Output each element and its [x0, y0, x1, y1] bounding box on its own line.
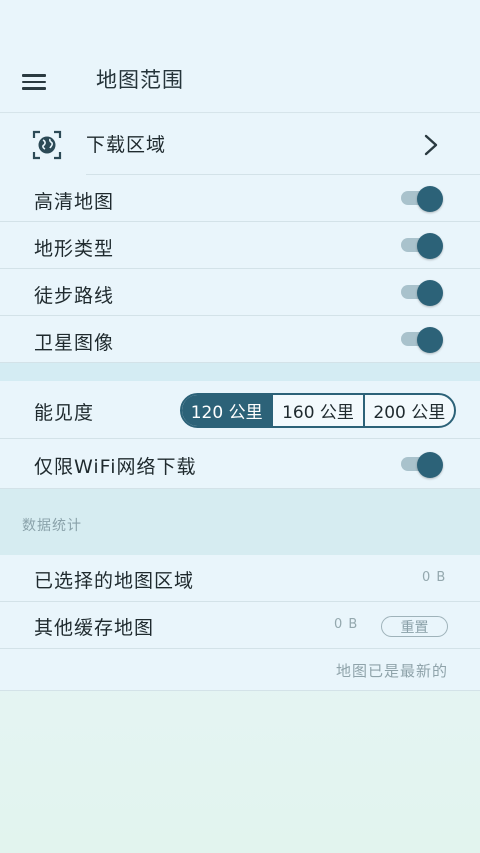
- hiking-toggle[interactable]: [401, 280, 443, 306]
- hiking-label: 徒步路线: [34, 285, 115, 307]
- satellite-toggle[interactable]: [401, 327, 443, 353]
- wifi-only-row[interactable]: 仅限WiFi网络下载: [0, 439, 480, 489]
- reset-button[interactable]: 重置: [381, 616, 448, 637]
- hd-map-toggle[interactable]: [401, 186, 443, 212]
- app-toolbar: 地图范围: [0, 0, 480, 113]
- toggle-knob: [417, 186, 443, 212]
- visibility-option-120[interactable]: 120 公里: [182, 395, 272, 426]
- hd-map-row[interactable]: 高清地图: [0, 175, 480, 222]
- download-area-label: 下载区域: [86, 134, 167, 156]
- hiking-row[interactable]: 徒步路线: [0, 269, 480, 316]
- satellite-label: 卫星图像: [34, 332, 115, 354]
- visibility-segmented-control[interactable]: 120 公里 160 公里 200 公里: [180, 393, 456, 428]
- selected-area-label: 已选择的地图区域: [34, 570, 195, 592]
- download-area-row[interactable]: 下载区域: [0, 114, 480, 175]
- chevron-right-icon[interactable]: [422, 134, 440, 156]
- visibility-option-160[interactable]: 160 公里: [271, 395, 362, 426]
- terrain-label: 地形类型: [34, 238, 115, 260]
- selected-area-size: 0 B: [422, 570, 447, 585]
- page-title: 地图范围: [96, 68, 184, 92]
- menu-icon[interactable]: [22, 68, 52, 96]
- other-cache-size: 0 B: [334, 617, 359, 632]
- toggle-knob: [417, 452, 443, 478]
- toggle-knob: [417, 280, 443, 306]
- wifi-only-label: 仅限WiFi网络下载: [34, 456, 197, 478]
- visibility-option-200[interactable]: 200 公里: [362, 395, 454, 426]
- stats-section-title: 数据统计: [22, 518, 82, 534]
- selected-area-row: 已选择的地图区域 0 B: [0, 555, 480, 602]
- satellite-row[interactable]: 卫星图像: [0, 316, 480, 363]
- visibility-label: 能见度: [34, 402, 95, 424]
- hd-map-label: 高清地图: [34, 191, 115, 213]
- wifi-only-toggle[interactable]: [401, 452, 443, 478]
- terrain-row[interactable]: 地形类型: [0, 222, 480, 269]
- toggle-knob: [417, 233, 443, 259]
- toggle-knob: [417, 327, 443, 353]
- terrain-toggle[interactable]: [401, 233, 443, 259]
- globe-icon: [32, 130, 62, 160]
- other-cache-label: 其他缓存地图: [34, 617, 155, 639]
- separator-band: [0, 363, 480, 381]
- map-status-text: 地图已是最新的: [335, 662, 448, 680]
